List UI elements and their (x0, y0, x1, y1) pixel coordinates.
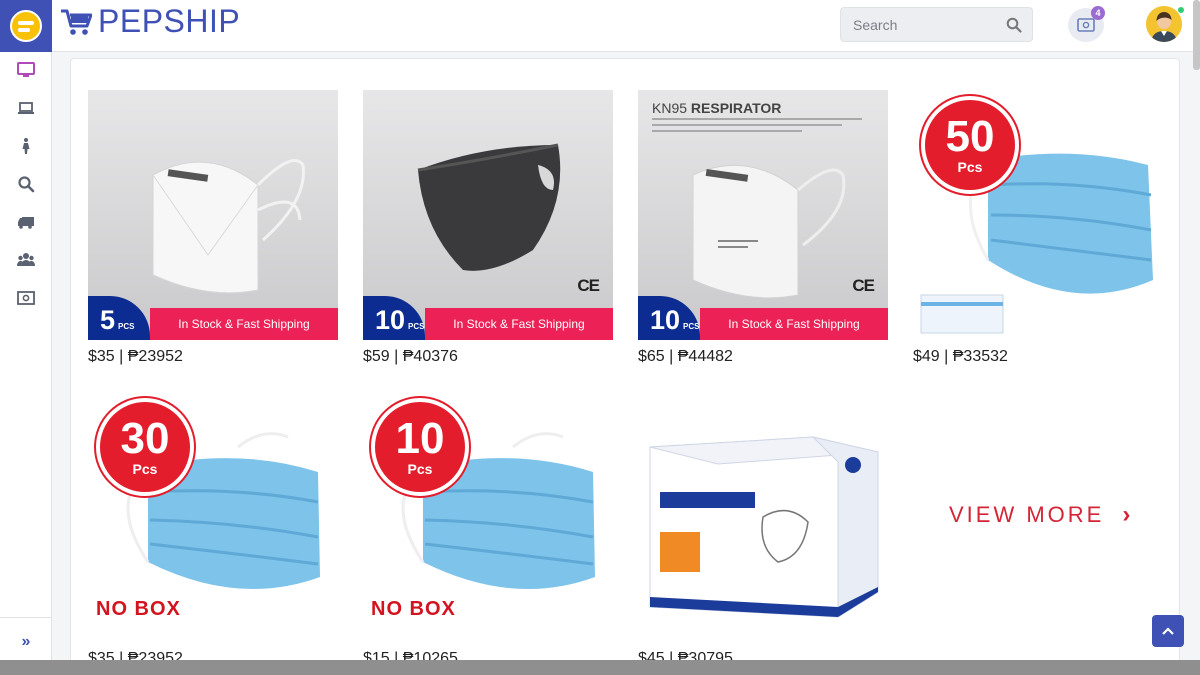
product-image-title: KN95 RESPIRATOR (652, 100, 782, 116)
search-input[interactable] (853, 16, 998, 34)
no-box-label: NO BOX (96, 598, 181, 620)
logo-mark-icon (10, 10, 42, 42)
sidebar-item-money[interactable] (0, 280, 52, 316)
app-logo[interactable] (0, 0, 52, 52)
search-box (840, 7, 1033, 42)
product-image[interactable]: 10 Pcs NO BOX (363, 392, 613, 642)
stock-ribbon: In Stock & Fast Shipping (150, 308, 338, 340)
sidebar-item-truck[interactable] (0, 204, 52, 240)
product-price: $49 | ₱33532 (913, 348, 1008, 365)
product-price: $65 | ₱44482 (638, 348, 733, 365)
sidebar-item-users[interactable] (0, 242, 52, 278)
money-icon (17, 291, 35, 305)
cart-count-badge: 4 (1091, 6, 1105, 20)
laptop-icon (18, 102, 34, 114)
view-more-label: VIEW MORE (949, 502, 1105, 527)
pack-count-badge: 10 Pcs (371, 398, 469, 496)
product-image[interactable] (638, 392, 888, 642)
sidebar-item-person[interactable] (0, 128, 52, 164)
no-box-label: NO BOX (371, 598, 456, 620)
product-image[interactable]: 50 Pcs (913, 90, 1163, 340)
search-icon (18, 176, 35, 193)
sidebar-item-laptop[interactable] (0, 90, 52, 126)
person-icon (22, 138, 30, 154)
vertical-scrollbar[interactable] (1193, 0, 1200, 70)
horizontal-scrollbar[interactable] (0, 660, 1200, 675)
pack-count-badge: 30 Pcs (96, 398, 194, 496)
product-card[interactable]: KN95 RESPIRATOR CE 10 PCS In Stock & Fast (638, 90, 888, 365)
mask-pads-box-image (649, 436, 879, 618)
view-more-link[interactable]: VIEW MORE › (949, 501, 1130, 529)
product-card[interactable]: 5 PCS In Stock & Fast Shipping $35 | ₱239… (88, 90, 338, 365)
stock-ribbon: In Stock & Fast Shipping (425, 308, 613, 340)
money-icon (1077, 18, 1095, 32)
users-icon (17, 253, 35, 266)
brand[interactable]: PEPSHIP (60, 3, 240, 40)
truck-icon (18, 217, 34, 229)
sidebar-item-desktop[interactable] (0, 52, 52, 88)
top-bar: PEPSHIP 4 (52, 0, 1200, 52)
desktop-icon (17, 62, 35, 77)
search-icon[interactable] (1006, 17, 1022, 33)
brand-name: PEPSHIP (98, 3, 241, 39)
product-grid: 5 PCS In Stock & Fast Shipping $35 | ₱239… (70, 58, 1180, 665)
cart-button[interactable]: 4 (1068, 6, 1105, 42)
sidebar-item-search[interactable] (0, 166, 52, 202)
sidebar-expand-button[interactable]: » (0, 617, 52, 665)
app-root: PEPSHIP 4 (0, 0, 1200, 675)
product-card[interactable]: $45 | ₱30795 (638, 392, 888, 664)
ce-mark: CE (852, 276, 875, 295)
product-card[interactable]: CE 10 PCS In Stock & Fast Shipping $59 | … (363, 90, 613, 365)
ce-mark: CE (577, 276, 600, 295)
scroll-to-top-button[interactable] (1152, 615, 1184, 647)
product-price: $59 | ₱40376 (363, 348, 458, 365)
product-image[interactable]: KN95 RESPIRATOR CE 10 PCS In Stock & Fast (638, 90, 888, 340)
chevron-right-icon: › (1122, 501, 1131, 528)
stock-ribbon: In Stock & Fast Shipping (700, 308, 888, 340)
pack-count-badge: 50 Pcs (921, 96, 1019, 194)
product-card[interactable]: 10 Pcs NO BOX $15 | ₱10265 (363, 392, 613, 664)
sidebar: » (0, 52, 52, 665)
online-status-dot (1177, 6, 1185, 14)
product-card[interactable]: 50 Pcs $49 | ₱33532 (913, 90, 1163, 365)
shopping-cart-icon (61, 9, 92, 35)
product-price: $35 | ₱23952 (88, 348, 183, 365)
chevron-up-icon (1162, 627, 1174, 635)
product-image[interactable]: 30 Pcs NO BOX (88, 392, 338, 642)
product-card[interactable]: 30 Pcs NO BOX $35 | ₱23952 (88, 392, 338, 664)
product-image[interactable]: CE 10 PCS In Stock & Fast Shipping (363, 90, 613, 340)
product-image[interactable]: 5 PCS In Stock & Fast Shipping (88, 90, 338, 340)
